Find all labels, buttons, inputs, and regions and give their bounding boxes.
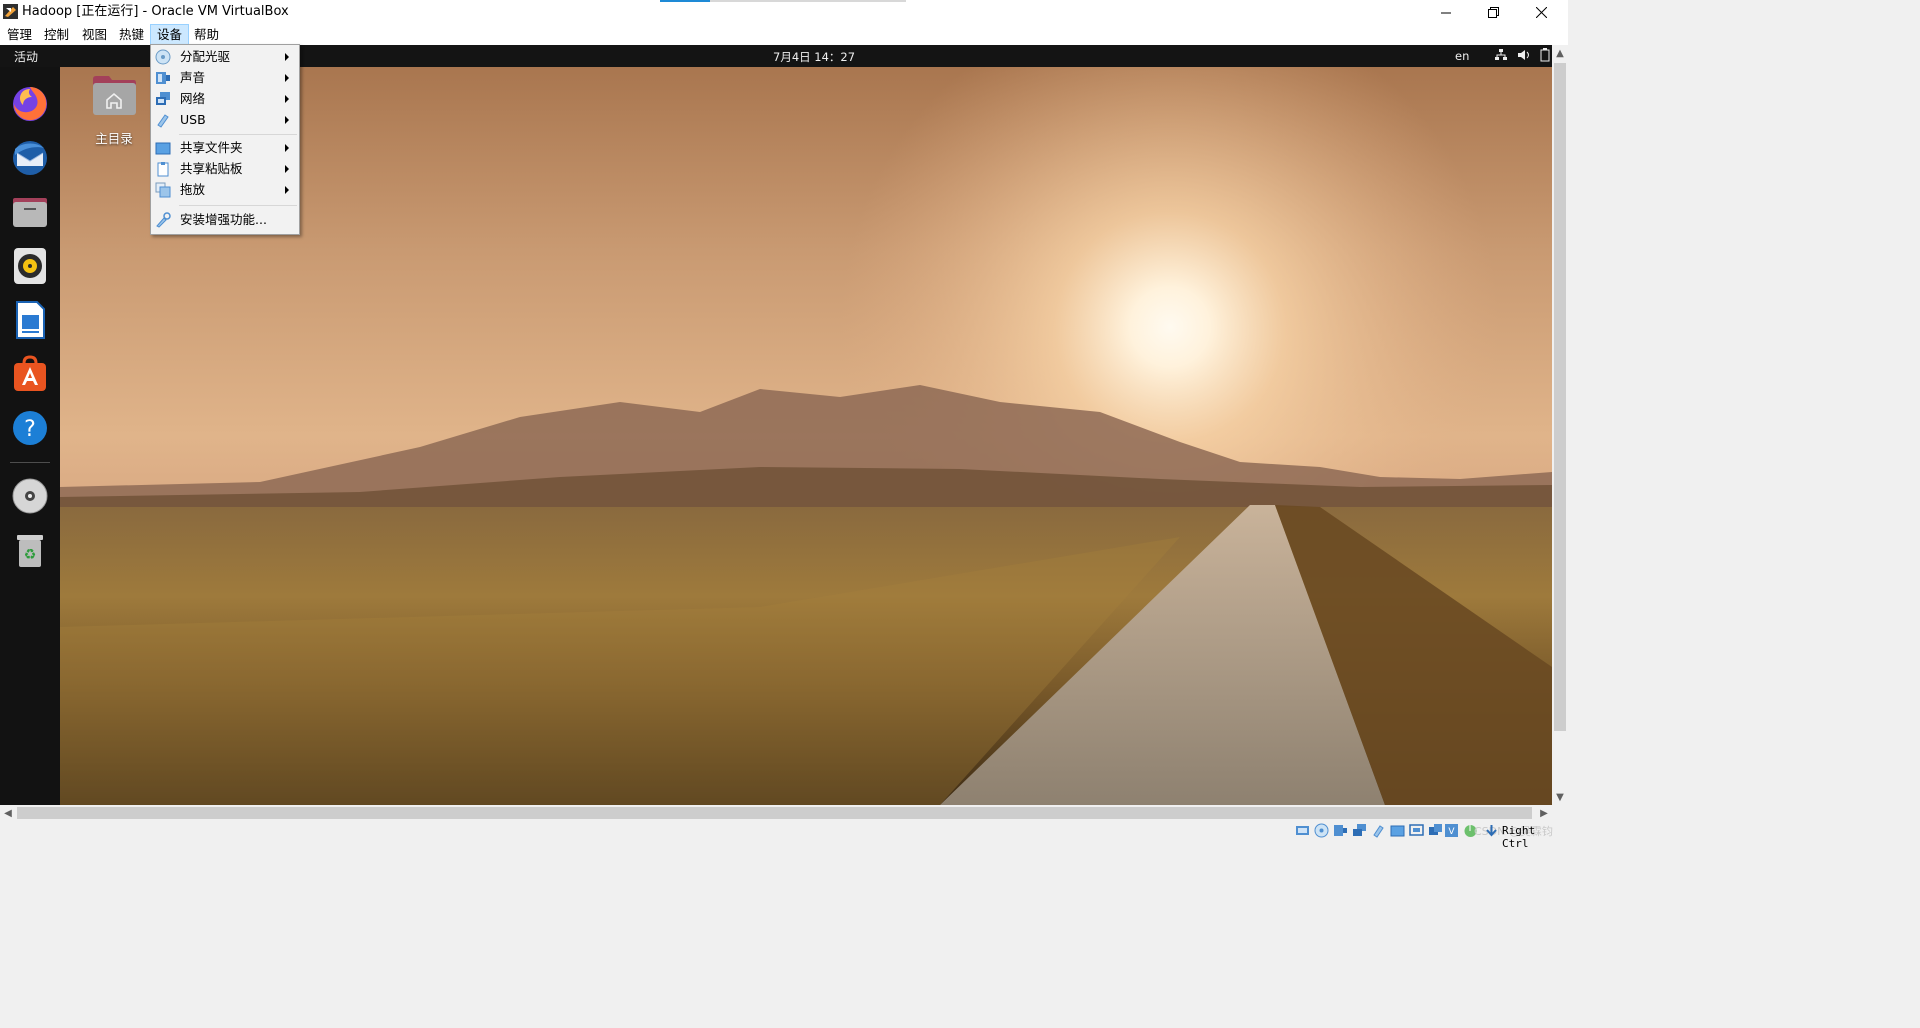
close-icon bbox=[1535, 6, 1547, 18]
menubar: 管理 控制 视图 热键 设备 帮助 bbox=[0, 24, 1568, 45]
menu-separator bbox=[179, 134, 297, 135]
hard-disk-status-icon[interactable] bbox=[1295, 823, 1310, 838]
svg-text:♻: ♻ bbox=[24, 547, 37, 563]
keyboard-capture-status-icon[interactable] bbox=[1484, 823, 1499, 838]
submenu-arrow-icon bbox=[285, 95, 289, 103]
home-folder-icon bbox=[93, 76, 136, 115]
optical-disc-icon bbox=[155, 49, 171, 65]
menu-item-drag-drop[interactable]: 拖放 bbox=[151, 180, 299, 201]
menu-item-shared-folders[interactable]: 共享文件夹 bbox=[151, 138, 299, 159]
menu-item-label: USB bbox=[180, 112, 206, 127]
activities-button[interactable]: 活动 bbox=[14, 48, 38, 65]
submenu-arrow-icon bbox=[285, 53, 289, 61]
clock[interactable]: 7月4日 14：27 bbox=[773, 49, 855, 65]
vertical-scrollbar[interactable]: ▲ ▼ bbox=[1552, 45, 1568, 805]
dvd-drive-icon[interactable] bbox=[11, 477, 49, 515]
usb-status-icon[interactable] bbox=[1371, 823, 1386, 838]
battery-icon[interactable] bbox=[1539, 48, 1551, 62]
dock-separator bbox=[10, 462, 50, 463]
files-icon[interactable] bbox=[11, 193, 49, 231]
menu-item-label: 安装增强功能... bbox=[180, 212, 267, 227]
menu-item-label: 声音 bbox=[180, 70, 206, 85]
menu-item-network[interactable]: 网络 bbox=[151, 89, 299, 110]
window-title: Hadoop [正在运行] - Oracle VM VirtualBox bbox=[22, 4, 289, 19]
restore-button[interactable] bbox=[1470, 0, 1516, 24]
thunderbird-icon[interactable] bbox=[11, 139, 49, 177]
libreoffice-writer-icon[interactable] bbox=[11, 301, 49, 339]
menu-item-audio[interactable]: 声音 bbox=[151, 68, 299, 89]
rhythmbox-icon[interactable] bbox=[11, 247, 49, 285]
virtualbox-app-icon bbox=[3, 4, 18, 19]
audio-icon bbox=[156, 72, 170, 84]
clipboard-icon bbox=[157, 162, 169, 177]
menu-item-optical-drive[interactable]: 分配光驱 bbox=[151, 47, 299, 68]
menu-view[interactable]: 视图 bbox=[76, 25, 113, 44]
software-center-icon[interactable] bbox=[11, 355, 49, 393]
scroll-down-icon[interactable]: ▼ bbox=[1552, 789, 1568, 805]
trash-icon[interactable]: ♻ bbox=[11, 531, 49, 569]
display-status-icon[interactable] bbox=[1409, 823, 1424, 838]
horizontal-scrollbar[interactable]: ◀ ▶ bbox=[0, 805, 1552, 821]
network-icon[interactable] bbox=[1494, 48, 1508, 62]
usb-icon bbox=[157, 114, 169, 128]
menu-item-install-guest-additions[interactable]: 安装增强功能... bbox=[151, 210, 299, 231]
horizontal-scroll-thumb[interactable] bbox=[17, 807, 1532, 819]
network-status-icon[interactable] bbox=[1352, 823, 1367, 838]
home-folder-label: 主目录 bbox=[95, 131, 133, 146]
window-titlebar[interactable]: Hadoop [正在运行] - Oracle VM VirtualBox bbox=[0, 0, 1568, 24]
close-button[interactable] bbox=[1518, 0, 1564, 24]
submenu-arrow-icon bbox=[285, 116, 289, 124]
svg-text:V: V bbox=[1448, 827, 1455, 837]
vm-statusbar: V CSDN @吴霖钧 Right Ctrl bbox=[0, 821, 1568, 850]
menu-help[interactable]: 帮助 bbox=[188, 25, 225, 44]
submenu-arrow-icon bbox=[285, 74, 289, 82]
menu-manage[interactable]: 管理 bbox=[1, 25, 38, 44]
scroll-up-icon[interactable]: ▲ bbox=[1552, 45, 1568, 61]
optical-disc-status-icon[interactable] bbox=[1314, 823, 1329, 838]
scroll-right-icon[interactable]: ▶ bbox=[1536, 805, 1552, 821]
input-language[interactable]: en bbox=[1455, 49, 1469, 63]
title-focus-indicator bbox=[660, 0, 710, 2]
shared-folder-status-icon[interactable] bbox=[1390, 823, 1405, 838]
menu-separator bbox=[179, 205, 297, 206]
shared-folder-icon bbox=[155, 142, 171, 155]
minimize-icon bbox=[1440, 12, 1451, 13]
menu-item-usb[interactable]: USB bbox=[151, 110, 299, 131]
svg-text:?: ? bbox=[24, 417, 36, 442]
menu-item-label: 共享文件夹 bbox=[180, 140, 243, 155]
audio-status-icon[interactable] bbox=[1333, 823, 1348, 838]
home-folder-desktop-icon[interactable]: 主目录 bbox=[88, 73, 140, 147]
menu-control[interactable]: 控制 bbox=[38, 25, 75, 44]
devices-dropdown-menu: 分配光驱 声音 网络 USB 共享文件夹 共享粘贴板 拖放 安装增强功能... bbox=[150, 44, 300, 235]
minimize-button[interactable] bbox=[1423, 0, 1469, 24]
network-icon bbox=[156, 92, 170, 105]
host-key-label[interactable]: Right Ctrl bbox=[1502, 824, 1568, 850]
virtualization-status-icon[interactable]: V bbox=[1444, 823, 1459, 838]
title-focus-track bbox=[710, 0, 906, 2]
volume-icon[interactable] bbox=[1517, 48, 1531, 62]
menu-item-label: 网络 bbox=[180, 91, 206, 106]
firefox-icon[interactable] bbox=[11, 85, 49, 123]
menu-devices[interactable]: 设备 bbox=[150, 24, 190, 45]
restore-icon bbox=[1487, 6, 1499, 18]
scroll-left-icon[interactable]: ◀ bbox=[0, 805, 16, 821]
submenu-arrow-icon bbox=[285, 165, 289, 173]
vertical-scroll-thumb[interactable] bbox=[1554, 63, 1566, 731]
help-icon[interactable]: ? bbox=[11, 409, 49, 447]
submenu-arrow-icon bbox=[285, 144, 289, 152]
guest-additions-icon bbox=[156, 212, 171, 228]
recording-status-icon[interactable] bbox=[1428, 823, 1443, 838]
menu-item-label: 分配光驱 bbox=[180, 49, 231, 64]
menu-item-label: 共享粘贴板 bbox=[180, 161, 243, 176]
submenu-arrow-icon bbox=[285, 186, 289, 194]
drag-drop-icon bbox=[155, 182, 171, 198]
dock: ? ♻ bbox=[0, 67, 60, 805]
menu-hotkeys[interactable]: 热键 bbox=[113, 25, 150, 44]
menu-item-shared-clipboard[interactable]: 共享粘贴板 bbox=[151, 159, 299, 180]
menu-item-label: 拖放 bbox=[180, 182, 206, 197]
